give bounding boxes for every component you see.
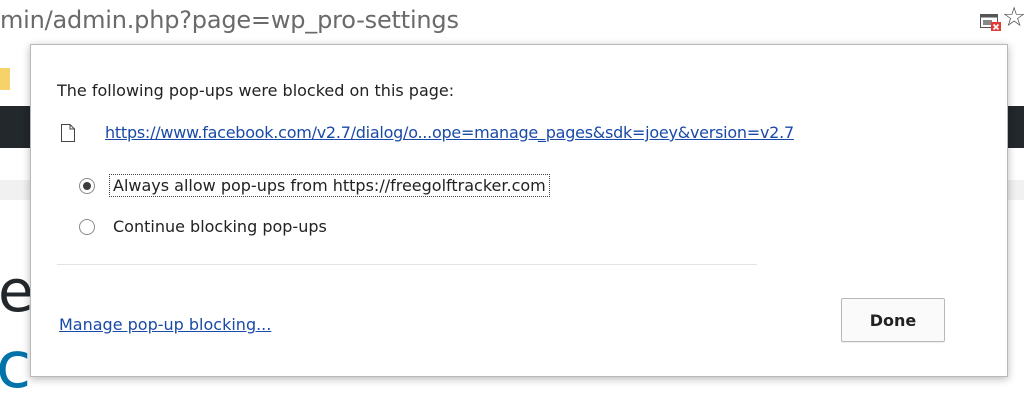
dialog-title: The following pop-ups were blocked on th… bbox=[57, 81, 455, 100]
popup-blocked-dialog: The following pop-ups were blocked on th… bbox=[30, 44, 1008, 377]
divider bbox=[57, 264, 757, 265]
option-label-always-allow[interactable]: Always allow pop-ups from https://freego… bbox=[109, 174, 550, 197]
popup-blocked-icon[interactable] bbox=[980, 14, 1002, 32]
url-text[interactable]: min/admin.php?page=wp_pro-settings bbox=[0, 6, 459, 34]
address-bar[interactable]: min/admin.php?page=wp_pro-settings ☆ bbox=[0, 0, 1024, 44]
star-icon[interactable]: ☆ bbox=[1002, 4, 1024, 31]
page-heading-fragment: e bbox=[0, 257, 34, 325]
radio-continue-blocking[interactable] bbox=[79, 219, 95, 235]
option-label-continue-blocking[interactable]: Continue blocking pop-ups bbox=[113, 217, 327, 236]
page-logo-fragment: c bbox=[0, 329, 32, 403]
bookmark-folder-icon[interactable] bbox=[0, 68, 10, 90]
radio-always-allow[interactable] bbox=[79, 178, 95, 194]
manage-popup-blocking-link[interactable]: Manage pop-up blocking... bbox=[59, 315, 271, 334]
blocked-popup-link[interactable]: https://www.facebook.com/v2.7/dialog/o..… bbox=[105, 123, 794, 142]
page-icon bbox=[61, 124, 75, 142]
done-button[interactable]: Done bbox=[841, 298, 945, 342]
